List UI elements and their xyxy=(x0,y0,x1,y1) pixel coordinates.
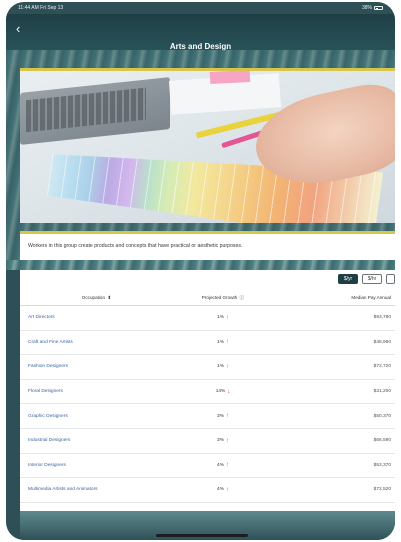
occupation-link[interactable]: Fashion Designers xyxy=(20,364,173,369)
arrow-up-icon: ↑ xyxy=(225,314,229,321)
growth-cell: 3% ↑ xyxy=(173,413,273,419)
occupation-link[interactable]: Industrial Designers xyxy=(20,438,173,443)
info-icon: ⓘ xyxy=(239,294,245,300)
growth-value: 3% xyxy=(217,413,224,419)
pay-cell: $72,520 xyxy=(373,487,391,493)
occupation-link[interactable]: Interior Designers xyxy=(20,463,173,468)
hero-image xyxy=(20,68,395,223)
table-row[interactable]: Floral Designers 14% ↓ $31,200 xyxy=(20,380,395,405)
table-body: Art Directors 1% ↑ $93,780 Craft and Fine Ar… xyxy=(20,306,395,503)
arrow-up-icon: ↑ xyxy=(225,339,229,346)
pay-cell: $66,590 xyxy=(373,438,391,444)
occupation-table: $/yr $/hr Occupation ⬍ Projected Growth … xyxy=(20,270,395,514)
hero-keyboard xyxy=(26,87,146,133)
growth-cell: 1% ↑ xyxy=(173,364,273,370)
pay-more-button[interactable] xyxy=(386,274,395,284)
status-bar: 11:44 AM Fri Sep 13 38% xyxy=(6,2,395,14)
arrow-up-icon: ↑ xyxy=(225,462,229,469)
table-row[interactable]: Interior Designers 4% ↑ $53,370 xyxy=(20,454,395,479)
arrow-up-icon: ↑ xyxy=(225,437,229,444)
growth-value: 4% xyxy=(217,487,224,493)
growth-value: 4% xyxy=(217,462,224,468)
growth-value: 14% xyxy=(215,389,226,395)
table-header: Occupation ⬍ Projected Growth ⓘ Median P… xyxy=(20,290,395,306)
table-row[interactable]: Industrial Designers 3% ↑ $66,590 xyxy=(20,429,395,454)
table-row[interactable]: Graphic Designers 3% ↑ $50,370 xyxy=(20,404,395,429)
hero-sticky-note xyxy=(209,71,251,85)
content-panel: Workers in this group create products an… xyxy=(6,231,395,514)
growth-value: 3% xyxy=(217,438,224,444)
battery-icon xyxy=(374,6,383,10)
growth-cell: 14% ↓ xyxy=(173,389,273,395)
pay-cell: $53,370 xyxy=(373,462,391,468)
pay-annual-button[interactable]: $/yr xyxy=(338,274,358,284)
growth-cell: 4% ↑ xyxy=(173,487,273,493)
table-row[interactable]: Fashion Designers 1% ↑ $72,720 xyxy=(20,355,395,380)
pay-cell: $72,720 xyxy=(373,364,391,370)
arrow-up-icon: ↑ xyxy=(225,486,229,493)
header-growth[interactable]: Projected Growth ⓘ xyxy=(173,295,273,301)
pay-cell: $31,200 xyxy=(373,389,391,395)
arrow-up-icon: ↑ xyxy=(225,413,229,420)
growth-cell: 3% ↑ xyxy=(173,438,273,444)
battery-percent: 38% xyxy=(361,5,372,11)
back-button[interactable]: ‹ xyxy=(16,22,30,36)
growth-value: 1% xyxy=(217,364,224,370)
growth-value: 1% xyxy=(217,339,224,345)
table-row[interactable]: Art Directors 1% ↑ $93,780 xyxy=(20,306,395,331)
status-time: 11:44 AM Fri Sep 13 xyxy=(18,5,64,11)
growth-cell: 1% ↑ xyxy=(173,339,273,345)
device-frame: 11:44 AM Fri Sep 13 38% ‹ Arts and Desig… xyxy=(6,2,395,540)
pay-cell: $48,960 xyxy=(373,339,391,345)
sort-icon: ⬍ xyxy=(107,294,112,300)
growth-cell: 1% ↑ xyxy=(173,315,273,321)
arrow-up-icon: ↑ xyxy=(225,363,229,370)
pay-cell: $50,370 xyxy=(373,413,391,419)
occupation-link[interactable]: Art Directors xyxy=(20,315,173,320)
header-occupation[interactable]: Occupation ⬍ xyxy=(20,295,173,301)
pay-unit-toggle: $/yr $/hr xyxy=(338,274,395,284)
table-row[interactable]: Multimedia Artists and Animators 4% ↑ $72,5… xyxy=(20,478,395,503)
arrow-down-icon: ↓ xyxy=(227,388,231,395)
pay-hourly-button[interactable]: $/hr xyxy=(362,274,382,284)
occupation-link[interactable]: Graphic Designers xyxy=(20,414,173,419)
group-description: Workers in this group create products an… xyxy=(28,243,243,249)
growth-value: 1% xyxy=(217,315,224,321)
occupation-link[interactable]: Floral Designers xyxy=(20,389,173,394)
occupation-link[interactable]: Multimedia Artists and Animators xyxy=(20,487,173,492)
header-pay[interactable]: Median Pay Annual xyxy=(273,295,395,300)
occupation-link[interactable]: Craft and Fine Artists xyxy=(20,340,173,345)
status-right: 38% xyxy=(362,5,383,11)
pay-cell: $93,780 xyxy=(373,315,391,321)
table-row[interactable]: Craft and Fine Artists 1% ↑ $48,960 xyxy=(20,331,395,356)
chevron-left-icon: ‹ xyxy=(16,21,21,36)
home-indicator xyxy=(156,534,248,537)
divider-texture xyxy=(6,260,395,270)
growth-cell: 4% ↑ xyxy=(173,462,273,468)
